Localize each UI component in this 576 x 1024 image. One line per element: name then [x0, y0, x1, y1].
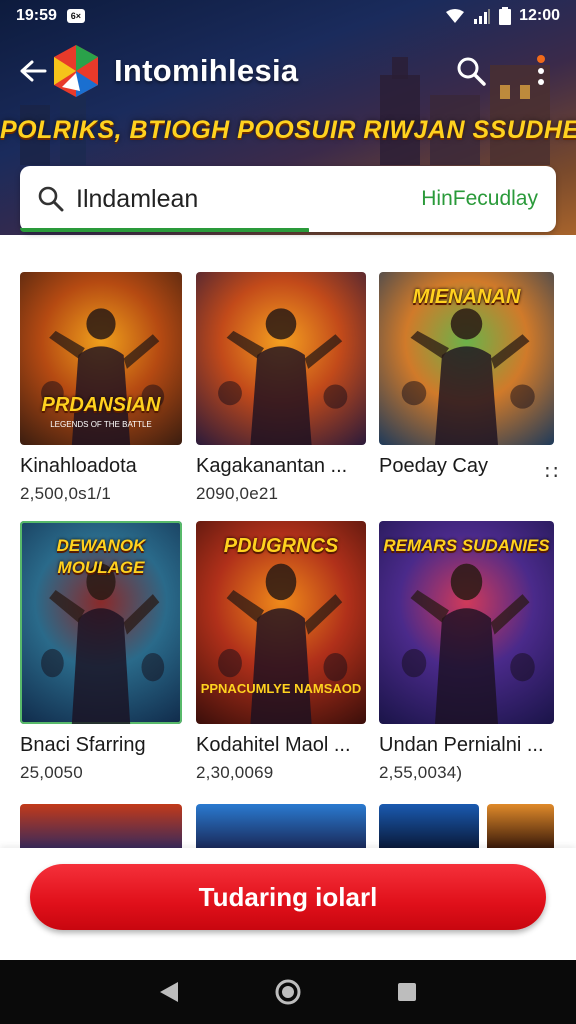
- game-download-count: 2090,0e21: [196, 484, 279, 503]
- status-app-badge: 6×: [66, 9, 85, 23]
- next-row-peek: [20, 804, 556, 848]
- game-name: Poeday Cay: [379, 455, 488, 477]
- search-icon: [457, 57, 486, 86]
- status-bar: 19:59 6× 12:00: [0, 0, 576, 32]
- promo-banner-text: POLRIKS, BTIOGH POOSUIR RIWJAN SSUDHES: [0, 116, 576, 144]
- search-button[interactable]: [454, 54, 488, 88]
- status-clock: 12:00: [519, 7, 560, 24]
- game-card[interactable]: PDUGRNCS PPNACUMLYE NAMSAOD Kodahitel Maol…: [196, 521, 366, 783]
- game-thumbnail[interactable]: MIENANAN: [379, 272, 554, 445]
- nav-home-button[interactable]: [268, 972, 308, 1012]
- top-app-bar: Intomihlesia: [0, 38, 576, 104]
- peek-thumb[interactable]: [20, 804, 182, 848]
- game-name: Undan Pernialni ...: [379, 734, 544, 756]
- game-card[interactable]: DEWANOK MOULAGE Bnaci Sfarring 25,0050: [20, 521, 182, 783]
- primary-action-button[interactable]: Tudaring iolarl: [30, 864, 546, 930]
- game-card[interactable]: REMARS SUDANIES Undan Pernialni ... 2,55,0…: [379, 521, 554, 783]
- signal-icon: [474, 9, 491, 24]
- game-download-count: 2,55,0034): [379, 763, 463, 782]
- game-art-title: PDUGRNCS: [223, 535, 339, 557]
- game-thumbnail[interactable]: PDUGRNCS PPNACUMLYE NAMSAOD: [196, 521, 366, 724]
- nav-back-icon: [160, 982, 179, 1002]
- search-card[interactable]: Ilndamlean HinFecudlay: [20, 166, 556, 232]
- search-progress-bar: [20, 228, 310, 232]
- game-download-count: 2,30,0069: [196, 763, 274, 782]
- wifi-icon: [446, 9, 465, 23]
- game-name: Bnaci Sfarring: [20, 734, 146, 756]
- peek-thumb[interactable]: [379, 804, 479, 848]
- more-options-button[interactable]: [524, 54, 558, 88]
- more-dots-icon[interactable]: ∷: [545, 460, 558, 485]
- game-art-title: REMARS SUDANIES: [383, 536, 550, 555]
- battery-icon: [499, 7, 512, 25]
- game-card[interactable]: Kagakanantan ... 2090,0e21: [196, 272, 366, 504]
- nav-back-button[interactable]: [149, 972, 189, 1012]
- status-time: 19:59: [16, 7, 57, 24]
- game-download-count: 25,0050: [20, 763, 83, 782]
- game-art-title: MIENANAN: [412, 286, 521, 308]
- peek-thumb[interactable]: [487, 804, 554, 848]
- game-thumbnail[interactable]: DEWANOK MOULAGE: [20, 521, 182, 724]
- game-name: Kagakanantan ...: [196, 455, 348, 477]
- nav-recents-button[interactable]: [387, 972, 427, 1012]
- app-title: Intomihlesia: [114, 53, 299, 88]
- system-nav-bar: [0, 960, 576, 1024]
- nav-home-icon: [275, 979, 301, 1005]
- nav-recents-icon: [397, 983, 416, 1001]
- more-vert-icon: [537, 55, 545, 85]
- back-button[interactable]: [18, 56, 48, 86]
- game-card[interactable]: PRDANSIAN LEGENDS OF THE BATTLE Kinahloado…: [20, 272, 182, 504]
- app-logo-icon: [54, 45, 98, 97]
- filter-tab[interactable]: HinFecudlay: [421, 187, 538, 211]
- game-name: Kinahloadota: [20, 455, 137, 477]
- hero-artwork: [218, 308, 348, 445]
- peek-thumb[interactable]: [196, 804, 366, 848]
- game-name: Kodahitel Maol ...: [196, 734, 351, 756]
- back-arrow-icon: [20, 60, 47, 82]
- game-card[interactable]: MIENANAN Poeday Cay ∷: [379, 272, 558, 484]
- search-field-icon: [38, 186, 64, 212]
- bottom-action-area: Tudaring iolarl: [0, 848, 576, 960]
- game-art-subtitle: LEGENDS OF THE BATTLE: [50, 420, 152, 429]
- game-thumbnail[interactable]: [196, 272, 366, 445]
- game-art-subtitle: PPNACUMLYE NAMSAOD: [200, 681, 362, 696]
- game-art-title: PRDANSIAN: [41, 394, 161, 416]
- search-input[interactable]: Ilndamlean: [76, 185, 198, 214]
- game-art-title: DEWANOK MOULAGE: [56, 536, 146, 577]
- game-thumbnail[interactable]: PRDANSIAN LEGENDS OF THE BATTLE: [20, 272, 182, 445]
- game-download-count: 2,500,0s1/1: [20, 484, 112, 503]
- game-thumbnail[interactable]: REMARS SUDANIES: [379, 521, 554, 724]
